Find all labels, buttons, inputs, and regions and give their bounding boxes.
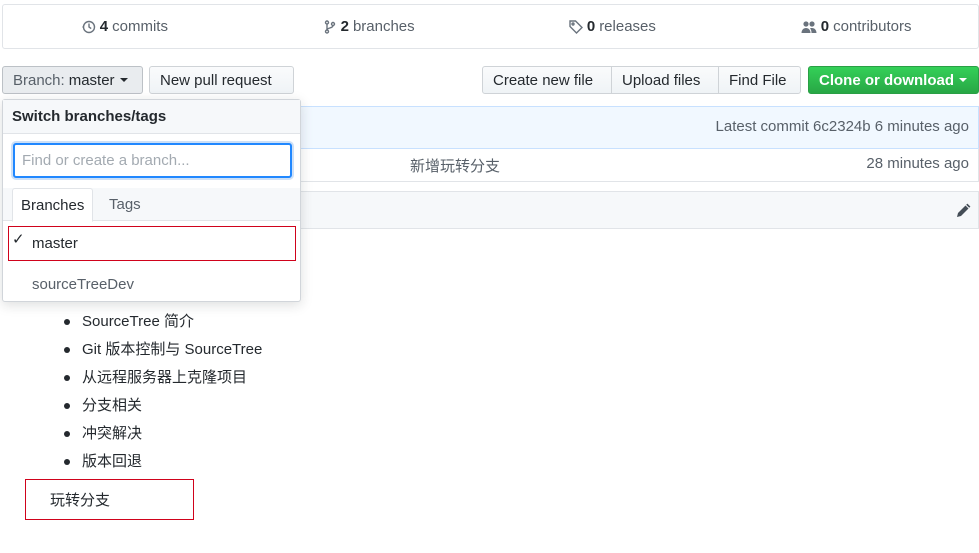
list-item: 冲突解决 [64, 423, 262, 451]
file-commit-message[interactable]: 新增玩转分支 [410, 155, 500, 176]
list-item: 从远程服务器上克隆项目 [64, 367, 262, 395]
tag-icon [569, 19, 583, 34]
file-actions-group: Create new file Upload files Find File [482, 66, 801, 94]
releases-link[interactable]: 0 releases [491, 18, 735, 35]
clone-or-download-label: Clone or download [819, 71, 954, 89]
branch-prefix: Branch: [13, 71, 65, 89]
branch-filter-input[interactable] [13, 143, 292, 178]
commits-link[interactable]: 4 commits [3, 18, 247, 35]
create-new-file-button[interactable]: Create new file [482, 66, 612, 94]
branches-link[interactable]: 2 branches [247, 18, 491, 35]
contributors-count: 0 [820, 18, 830, 35]
git-branch-icon [324, 19, 335, 34]
caret-down-icon [959, 78, 967, 82]
commits-label: commits [112, 18, 168, 35]
commits-count: 4 [99, 18, 109, 35]
branch-note-text: 玩转分支 [50, 492, 111, 509]
file-commit-age: 28 minutes ago [866, 155, 969, 172]
releases-label: releases [599, 18, 656, 35]
new-pull-request-button[interactable]: New pull request [149, 66, 294, 94]
branch-note-highlight: 玩转分支 [25, 479, 194, 520]
repo-summary-bar: 4 commits 2 branches 0 releases 0 contri… [2, 4, 979, 49]
list-item: Git 版本控制与 SourceTree [64, 339, 262, 367]
dropdown-tabs: Branches Tags [3, 188, 300, 222]
branch-current-name: master [68, 71, 115, 89]
list-item: 分支相关 [64, 395, 262, 423]
list-item: SourceTree 简介 [64, 311, 262, 339]
latest-commit-text[interactable]: Latest commit 6c2324b 6 minutes ago [716, 118, 969, 135]
branch-item-master[interactable]: ✓ master [3, 226, 300, 264]
list-item: 版本回退 [64, 451, 262, 479]
branch-item-label: master [32, 235, 78, 252]
tab-tags[interactable]: Tags [101, 188, 149, 221]
switch-branches-dropdown: Switch branches/tags Branches Tags ✓ mas… [2, 99, 301, 302]
branch-item-sourcetreedev[interactable]: sourceTreeDev [3, 267, 300, 305]
contributors-link[interactable]: 0 contributors [734, 18, 978, 35]
caret-down-icon [119, 78, 128, 82]
tab-branches[interactable]: Branches [12, 188, 94, 222]
dropdown-header: Switch branches/tags [3, 100, 300, 134]
branches-count: 2 [340, 18, 349, 35]
branch-item-label: sourceTreeDev [32, 276, 134, 293]
clone-or-download-button[interactable]: Clone or download [808, 66, 979, 94]
history-icon [82, 20, 95, 33]
branch-select-button[interactable]: Branch: master [2, 66, 143, 94]
people-icon [801, 20, 817, 33]
upload-files-button[interactable]: Upload files [611, 66, 719, 94]
contributors-label: contributors [833, 18, 912, 35]
pencil-icon[interactable] [955, 203, 971, 219]
releases-count: 0 [586, 18, 596, 35]
find-file-button[interactable]: Find File [718, 66, 801, 94]
readme-list: SourceTree 简介 Git 版本控制与 SourceTree 从远程服务… [64, 311, 262, 479]
branches-label: branches [352, 18, 415, 35]
check-icon: ✓ [12, 231, 25, 248]
